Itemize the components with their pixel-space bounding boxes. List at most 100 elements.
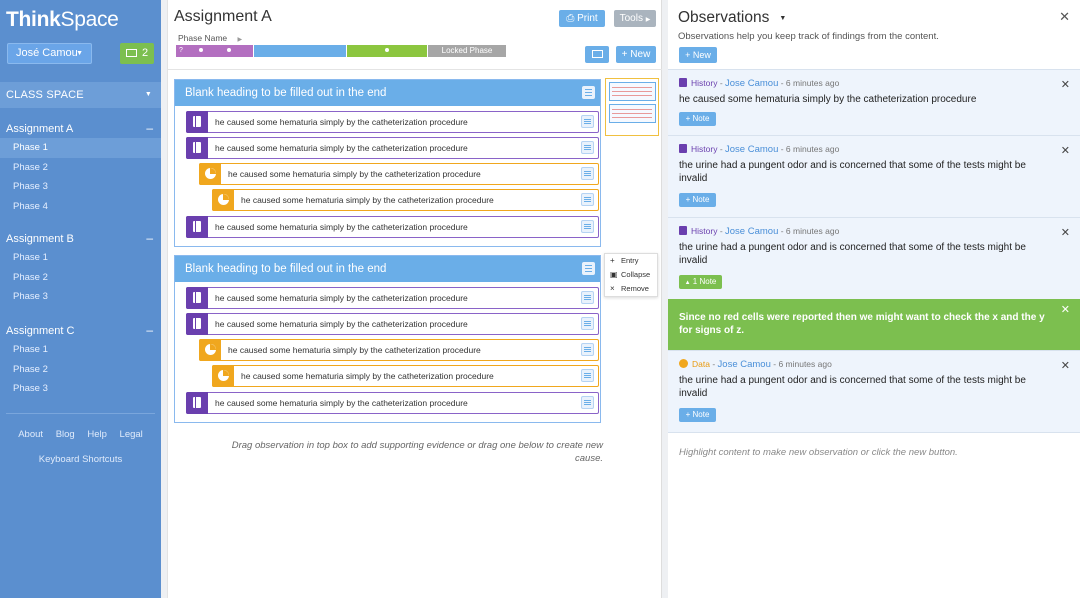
collapse-icon[interactable]: – — [146, 119, 153, 137]
menu-icon[interactable] — [581, 343, 594, 356]
evidence-text: he caused some hematuria simply by the c… — [215, 117, 468, 127]
sidebar-phase-item[interactable]: Phase 3 — [0, 177, 161, 197]
close-icon[interactable]: ✕ — [1061, 78, 1070, 91]
page-thumbnail[interactable] — [605, 78, 659, 136]
plus-icon: + — [621, 49, 628, 60]
cause-box[interactable]: Blank heading to be filled out in the en… — [174, 79, 601, 247]
new-cause-button[interactable]: + New — [616, 46, 656, 63]
present-button[interactable] — [585, 46, 609, 63]
context-remove-item[interactable]: × Remove — [605, 282, 657, 296]
evidence-row[interactable]: he caused some hematuria simply by the c… — [186, 392, 599, 414]
cause-heading[interactable]: Blank heading to be filled out in the en… — [175, 256, 600, 282]
menu-icon[interactable] — [581, 115, 594, 128]
history-icon — [186, 137, 208, 159]
author-link[interactable]: Jose Camou — [725, 144, 778, 155]
evidence-row[interactable]: he caused some hematuria simply by the c… — [186, 111, 599, 133]
cause-heading[interactable]: Blank heading to be filled out in the en… — [175, 80, 600, 106]
evidence-row[interactable]: he caused some hematuria simply by the c… — [186, 216, 599, 238]
menu-icon[interactable] — [581, 167, 594, 180]
close-icon[interactable]: ✕ — [1059, 9, 1070, 25]
user-menu-button[interactable]: José Camou ▼ — [7, 43, 92, 64]
assignment-heading[interactable]: Assignment B – — [0, 230, 161, 248]
author-link[interactable]: Jose Camou — [718, 359, 771, 370]
observation-meta: History - Jose Camou - 6 minutes ago — [679, 78, 839, 89]
assignment-group-a: Assignment A – Phase 1 Phase 2 Phase 3 P… — [0, 120, 161, 216]
phase-segment-locked: Locked Phase — [428, 45, 506, 57]
divider — [168, 69, 663, 70]
toggle-notes-button[interactable]: ▲ 1 Note — [679, 275, 722, 289]
menu-icon[interactable] — [581, 317, 594, 330]
assignment-heading[interactable]: Assignment A – — [0, 120, 161, 138]
cause-heading-text: Blank heading to be filled out in the en… — [185, 87, 387, 99]
menu-icon[interactable] — [581, 220, 594, 233]
close-icon[interactable]: ✕ — [1061, 144, 1070, 157]
evidence-row[interactable]: he caused some hematuria simply by the c… — [199, 339, 599, 361]
close-icon[interactable]: ✕ — [1061, 359, 1070, 372]
evidence-text: he caused some hematuria simply by the c… — [215, 222, 468, 232]
observations-subtitle: Observations help you keep track of find… — [678, 31, 939, 42]
menu-icon[interactable] — [581, 369, 594, 382]
dot-icon — [385, 48, 389, 52]
history-icon — [679, 78, 687, 87]
history-icon — [186, 111, 208, 133]
phase-segment-2[interactable] — [254, 45, 346, 57]
collapse-icon[interactable]: – — [146, 229, 153, 247]
new-observation-button[interactable]: + New — [679, 47, 717, 63]
add-note-button[interactable]: + Note — [679, 193, 716, 207]
context-collapse-item[interactable]: ▣ Collapse — [605, 268, 657, 282]
observation-card[interactable]: History - Jose Camou - 6 minutes ago ✕ t… — [668, 217, 1080, 299]
phase-segment-3[interactable] — [347, 45, 427, 57]
menu-icon[interactable] — [581, 193, 594, 206]
envelope-icon — [125, 49, 137, 57]
evidence-row[interactable]: he caused some hematuria simply by the c… — [186, 137, 599, 159]
assignment-heading[interactable]: Assignment C – — [0, 322, 161, 340]
sidebar-phase-item[interactable]: Phase 3 — [0, 287, 161, 307]
print-button[interactable]: ⎙ Print — [559, 10, 605, 27]
observation-text: the urine had a pungent odor and is conc… — [679, 242, 1026, 266]
help-link[interactable]: Help — [87, 429, 107, 440]
phase-segment-1[interactable]: ? — [176, 45, 253, 57]
legal-link[interactable]: Legal — [120, 429, 143, 440]
about-link[interactable]: About — [18, 429, 43, 440]
evidence-row[interactable]: he caused some hematuria simply by the c… — [199, 163, 599, 185]
menu-icon[interactable] — [581, 141, 594, 154]
sidebar-phase-item[interactable]: Phase 3 — [0, 379, 161, 399]
observation-card[interactable]: Data - Jose Camou - 6 minutes ago ✕ the … — [668, 350, 1080, 432]
sidebar-phase-item[interactable]: Phase 2 — [0, 268, 161, 288]
evidence-row[interactable]: he caused some hematuria simply by the c… — [212, 365, 599, 387]
sidebar-phase-item[interactable]: Phase 1 — [0, 340, 161, 360]
menu-icon[interactable] — [581, 291, 594, 304]
menu-icon[interactable] — [582, 86, 595, 99]
menu-icon[interactable] — [582, 262, 595, 275]
data-pie-icon — [212, 189, 234, 211]
collapse-icon[interactable]: – — [146, 321, 153, 339]
note-card[interactable]: Since no red cells were reported then we… — [668, 299, 1080, 350]
sidebar-phase-item[interactable]: Phase 2 — [0, 158, 161, 178]
close-icon[interactable]: ✕ — [1061, 226, 1070, 239]
add-note-button[interactable]: + Note — [679, 112, 716, 126]
author-link[interactable]: Jose Camou — [725, 226, 778, 237]
tools-button[interactable]: Tools ▶ — [614, 10, 656, 27]
messages-button[interactable]: 2 — [120, 43, 154, 64]
context-entry-item[interactable]: + Entry — [605, 254, 657, 268]
caret-right-icon: ▶ — [645, 17, 651, 23]
blog-link[interactable]: Blog — [56, 429, 75, 440]
observation-card[interactable]: History - Jose Camou - 6 minutes ago ✕ t… — [668, 135, 1080, 217]
sidebar-phase-item[interactable]: Phase 4 — [0, 197, 161, 217]
evidence-row[interactable]: he caused some hematuria simply by the c… — [186, 313, 599, 335]
sidebar-phase-item[interactable]: Phase 1 — [0, 138, 161, 158]
observation-card[interactable]: History - Jose Camou - 6 minutes ago ✕ h… — [668, 69, 1080, 135]
cause-box[interactable]: Blank heading to be filled out in the en… — [174, 255, 601, 423]
class-space-header[interactable]: CLASS SPACE ▼ — [0, 82, 161, 108]
evidence-row[interactable]: he caused some hematuria simply by the c… — [186, 287, 599, 309]
close-icon[interactable]: ✕ — [1061, 303, 1070, 316]
keyboard-shortcuts-link[interactable]: Keyboard Shortcuts — [0, 454, 161, 465]
sidebar-phase-item[interactable]: Phase 2 — [0, 360, 161, 380]
observations-title[interactable]: Observations ▼ — [678, 9, 786, 27]
add-note-button[interactable]: + Note — [679, 408, 716, 422]
author-link[interactable]: Jose Camou — [725, 78, 778, 89]
app-logo[interactable]: ThinkSpace — [6, 8, 119, 32]
menu-icon[interactable] — [581, 396, 594, 409]
sidebar-phase-item[interactable]: Phase 1 — [0, 248, 161, 268]
evidence-row[interactable]: he caused some hematuria simply by the c… — [212, 189, 599, 211]
